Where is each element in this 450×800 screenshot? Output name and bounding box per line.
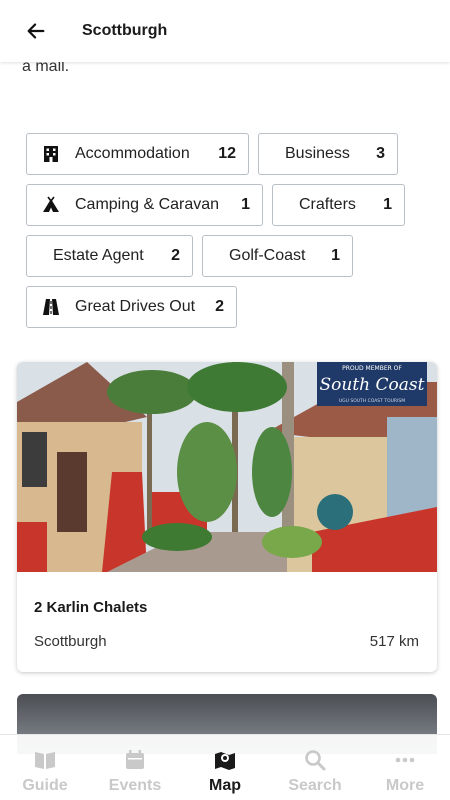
category-chip-great-drives-out[interactable]: Great Drives Out 2 xyxy=(26,286,237,328)
nav-map[interactable]: Map xyxy=(180,735,270,800)
listing-location: Scottburgh xyxy=(34,633,107,650)
listing-card[interactable]: PROUD MEMBER OF South Coast UGU SOUTH CO… xyxy=(17,362,437,672)
nav-search[interactable]: Search xyxy=(270,735,360,800)
category-chips: Accommodation 12 Business 3 Camping & Ca… xyxy=(26,133,426,328)
calendar-icon xyxy=(124,747,146,773)
search-icon xyxy=(304,747,326,773)
badge-brand-text: South Coast xyxy=(320,375,425,395)
book-icon xyxy=(33,747,57,773)
category-chip-golf-coast[interactable]: Golf-Coast 1 xyxy=(202,235,353,277)
road-icon xyxy=(41,297,61,317)
hotel-icon xyxy=(41,144,61,164)
tent-icon xyxy=(41,195,61,215)
category-chip-business[interactable]: Business 3 xyxy=(258,133,398,175)
nav-guide[interactable]: Guide xyxy=(0,735,90,800)
badge-top-text: PROUD MEMBER OF xyxy=(342,365,402,372)
page-title: Scottburgh xyxy=(82,22,168,39)
bottom-nav: Guide Events Map Search More xyxy=(0,734,450,800)
category-chip-camping[interactable]: Camping & Caravan 1 xyxy=(26,184,263,226)
badge-sub-text: UGU SOUTH COAST TOURISM xyxy=(339,398,405,404)
app-header: Scottburgh xyxy=(0,0,450,62)
listing-distance: 517 km xyxy=(369,633,419,650)
more-icon xyxy=(393,747,417,773)
map-icon xyxy=(213,747,237,773)
category-chip-estate-agent[interactable]: Estate Agent 2 xyxy=(26,235,193,277)
arrow-left-icon xyxy=(27,23,45,39)
listing-photo: PROUD MEMBER OF South Coast UGU SOUTH CO… xyxy=(17,362,437,572)
nav-more[interactable]: More xyxy=(360,735,450,800)
listing-name: 2 Karlin Chalets xyxy=(34,599,148,616)
category-chip-accommodation[interactable]: Accommodation 12 xyxy=(26,133,249,175)
nav-events[interactable]: Events xyxy=(90,735,180,800)
back-button[interactable] xyxy=(16,11,56,51)
category-chip-crafters[interactable]: Crafters 1 xyxy=(272,184,405,226)
